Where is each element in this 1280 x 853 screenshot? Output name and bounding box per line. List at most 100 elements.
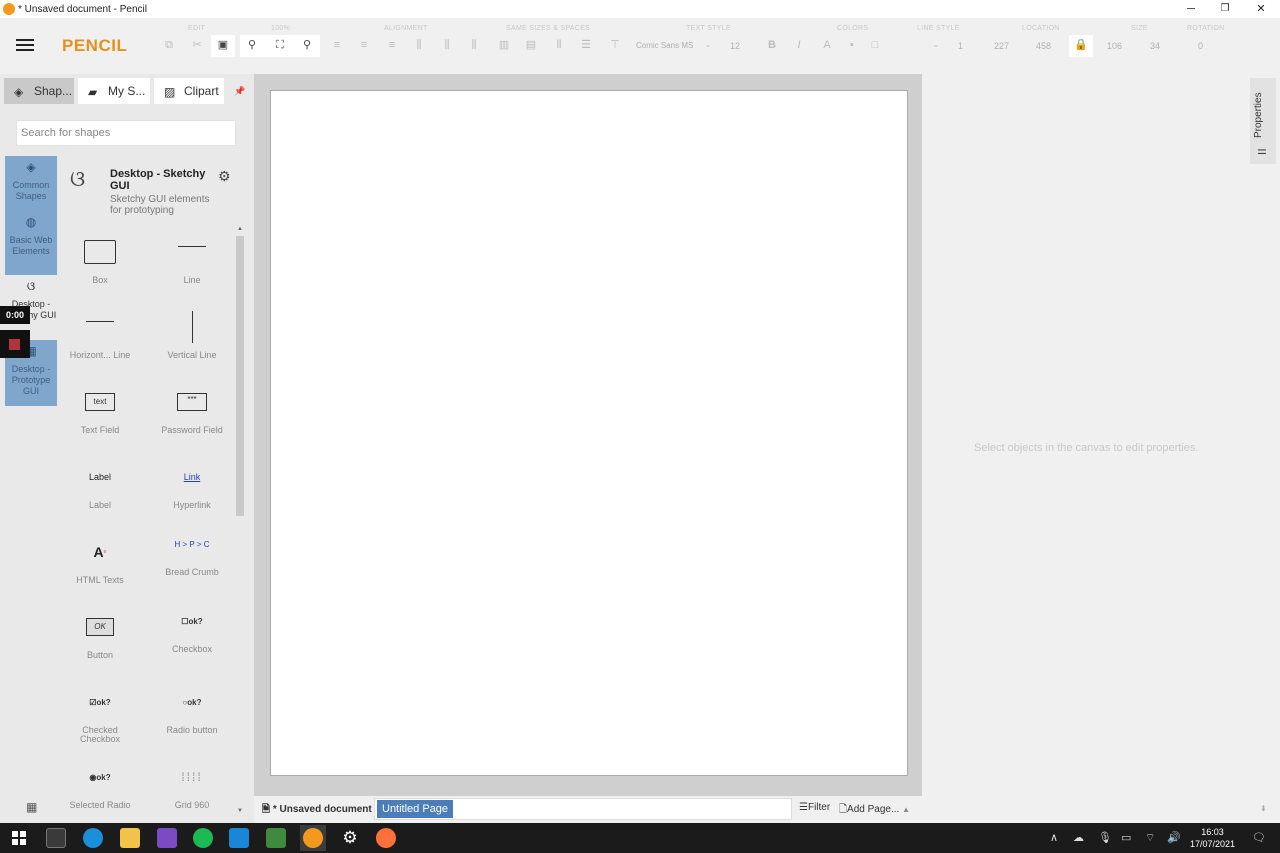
edge-icon[interactable] <box>83 828 103 848</box>
settings-icon[interactable]: ⚙ <box>340 828 360 848</box>
properties-tab[interactable]: Properties ⚌ <box>1250 78 1276 164</box>
menu-icon[interactable] <box>16 39 34 51</box>
lock-icon[interactable]: 🔒 <box>1074 39 1088 51</box>
shape-password-field[interactable]: *** Password Field <box>154 384 230 435</box>
bold-icon[interactable]: B <box>765 39 779 51</box>
fit-icon[interactable]: ⛶ <box>273 39 287 51</box>
shape-hyperlink[interactable]: Link Hyperlink <box>154 459 230 510</box>
recording-timer: 0:00 <box>0 306 30 324</box>
shape-horizontal-line[interactable]: Horizont... Line <box>62 309 138 360</box>
pencil-taskbar-icon[interactable] <box>303 828 323 848</box>
battery-icon[interactable]: ▭ <box>1121 831 1131 844</box>
shape-box[interactable]: Box <box>62 234 138 285</box>
shape-bread-crumb[interactable]: H > P > C Bread Crumb <box>154 534 230 577</box>
font-size-input[interactable]: 12 <box>730 41 740 51</box>
shape-line[interactable]: Line <box>154 234 230 285</box>
group-label-rotation: ROTATION <box>1187 25 1225 32</box>
shape-grid-960[interactable]: ⁞⁞⁞⁞ Grid 960 <box>154 759 230 810</box>
wifi-icon[interactable]: ⌔ <box>1145 831 1155 845</box>
taskbar-clock[interactable]: 16:03 17/07/2021 <box>1190 826 1235 850</box>
scroll-up-icon[interactable]: ▲ <box>236 226 244 232</box>
align-bottom-icon[interactable]: ⫼ <box>467 39 481 51</box>
onedrive-icon[interactable]: ☁ <box>1073 831 1084 844</box>
volume-icon[interactable]: 🔊 <box>1167 831 1181 844</box>
shape-scrollbar[interactable]: ▲ ▼ <box>236 226 244 818</box>
terminal-icon[interactable] <box>46 828 66 848</box>
tab-untitled-page[interactable]: Untitled Page <box>377 800 454 818</box>
collapse-icon[interactable]: ⇟ <box>1260 804 1267 813</box>
recording-stop-button[interactable] <box>0 330 30 358</box>
location-x-input[interactable]: 227 <box>994 41 1009 51</box>
align-right-icon[interactable]: ≡ <box>385 39 399 51</box>
drawing-page[interactable] <box>270 90 908 776</box>
properties-panel: Select objects in the canvas to edit pro… <box>922 74 1280 823</box>
grid-view-icon[interactable]: ▦ <box>26 800 37 814</box>
fill-color-icon[interactable]: ▪ <box>845 39 859 51</box>
shape-html-texts[interactable]: A ≡ HTML Texts <box>62 534 138 585</box>
scroll-down-icon[interactable]: ▼ <box>236 808 244 814</box>
close-button[interactable]: ✕ <box>1244 0 1278 18</box>
squiggle-icon: ଓ <box>70 166 86 191</box>
taskbar: ⚙ ∧ ☁ 🎙 ▭ ⌔ 🔊 16:03 17/07/2021 🗨 <box>0 823 1280 853</box>
border-color-icon[interactable]: □ <box>868 39 882 51</box>
align-center-icon[interactable]: ≡ <box>357 39 371 51</box>
filter-button[interactable]: ☰Filter <box>799 802 830 813</box>
vscode-icon[interactable] <box>229 828 249 848</box>
same-height-icon[interactable]: ▤ <box>524 39 538 51</box>
gear-icon[interactable]: ⚙ <box>218 168 232 184</box>
zoom-in-icon[interactable]: ⚲ <box>300 39 314 51</box>
window-title: * Unsaved document - Pencil <box>18 3 147 15</box>
firefox-icon[interactable] <box>376 828 396 848</box>
windows-start-icon[interactable] <box>12 831 26 845</box>
notifications-icon[interactable]: 🗨 <box>1252 831 1266 844</box>
canvas-area[interactable] <box>254 74 922 796</box>
text-color-icon[interactable]: A <box>820 39 834 51</box>
tab-shapes[interactable]: ◈ Shap... <box>4 78 74 104</box>
shape-radio-button[interactable]: ○ ok? Radio button <box>154 684 230 735</box>
zoom-out-icon[interactable]: ⚲ <box>245 39 259 51</box>
pencil-window: * Unsaved document - Pencil ─ ❐ ✕ PENCIL… <box>0 0 1280 853</box>
minimize-button[interactable]: ─ <box>1174 0 1208 18</box>
v-spacing-icon[interactable]: ☰ <box>579 39 593 51</box>
search-input[interactable]: Search for shapes <box>16 120 236 146</box>
file-explorer-icon[interactable] <box>120 828 140 848</box>
align-middle-icon[interactable]: ⫼ <box>440 39 454 51</box>
tab-my-shapes[interactable]: ▰ My S... <box>78 78 150 104</box>
spotify-icon[interactable] <box>193 828 213 848</box>
paste-icon[interactable]: ▣ <box>216 39 230 51</box>
location-y-input[interactable]: 458 <box>1036 41 1051 51</box>
shape-label[interactable]: Label Label <box>62 459 138 510</box>
size-w-input[interactable]: 106 <box>1107 41 1122 51</box>
shape-vertical-line[interactable]: Vertical Line <box>154 309 230 360</box>
category-basic-web-elements[interactable]: ◍ Basic Web Elements <box>5 211 57 275</box>
same-width-icon[interactable]: ▥ <box>497 39 511 51</box>
h-spacing-icon[interactable]: ⫴ <box>552 39 566 51</box>
cut-icon[interactable]: ✂ <box>190 39 204 51</box>
restore-button[interactable]: ❐ <box>1208 0 1242 18</box>
rotation-input[interactable]: 0 <box>1198 41 1203 51</box>
size-h-input[interactable]: 34 <box>1150 41 1160 51</box>
align-left-icon[interactable]: ≡ <box>330 39 344 51</box>
add-page-button[interactable]: 🗋Add Page... ▲ <box>839 802 910 819</box>
tray-chevron-icon[interactable]: ∧ <box>1050 831 1058 844</box>
microphone-icon[interactable]: 🎙 <box>1098 831 1112 844</box>
italic-icon[interactable]: I <box>792 39 806 51</box>
line-style-chevron-icon[interactable]: ⌄ <box>929 39 943 51</box>
pin-icon[interactable]: 📌 <box>234 86 245 97</box>
tab-clipart[interactable]: ▨ Clipart <box>154 78 224 104</box>
format-painter-icon[interactable]: ⊤ <box>608 39 622 51</box>
chevron-down-icon[interactable]: ⌄ <box>701 39 715 51</box>
shape-checkbox[interactable]: ☐ ok? Checkbox <box>154 609 230 654</box>
copy-icon[interactable]: ⧉ <box>162 39 176 51</box>
line-width-input[interactable]: 1 <box>958 41 963 51</box>
shape-text-field[interactable]: text Text Field <box>62 384 138 435</box>
align-top-icon[interactable]: ⫼ <box>412 39 426 51</box>
category-common-shapes[interactable]: ◈ Common Shapes <box>5 156 57 211</box>
shape-selected-radio[interactable]: ◉ ok? Selected Radio <box>62 759 138 810</box>
notepad-icon[interactable] <box>266 828 286 848</box>
font-family-select[interactable]: Comic Sans MS <box>636 41 693 50</box>
shape-button[interactable]: OK Button <box>62 609 138 660</box>
visual-studio-icon[interactable] <box>157 828 177 848</box>
scroll-thumb[interactable] <box>236 236 244 516</box>
shape-checked-checkbox[interactable]: ☑ ok? Checked Checkbox <box>62 684 138 744</box>
